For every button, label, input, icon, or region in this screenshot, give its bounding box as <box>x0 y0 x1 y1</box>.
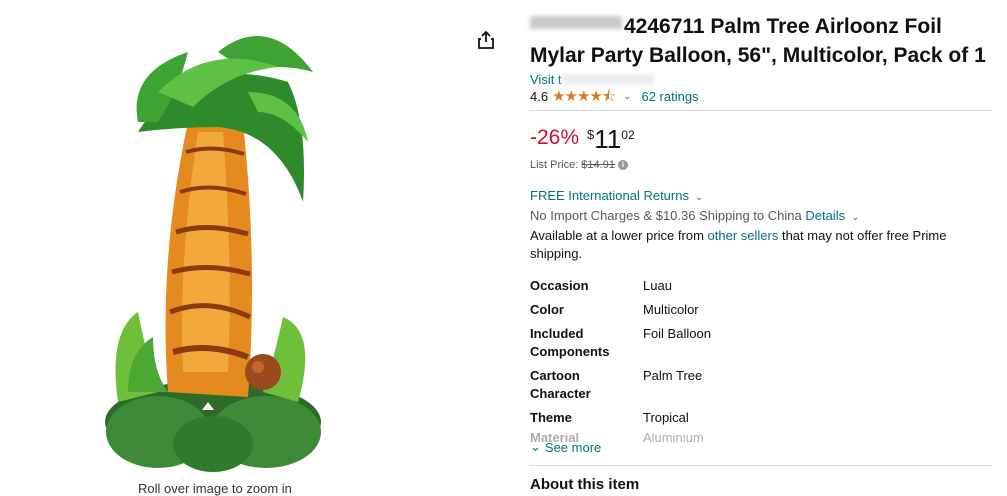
redacted-brand <box>530 16 622 29</box>
price-currency: $ <box>587 127 595 142</box>
attribute-row: Theme Tropical <box>530 409 711 433</box>
list-price-value: $14.91 <box>581 159 615 171</box>
zoom-hint: Roll over image to zoom in <box>138 481 292 496</box>
rating-row: 4.6 ★★★★⯪ ⌄ 62 ratings <box>530 88 992 106</box>
attribute-row: Color Multicolor <box>530 301 711 325</box>
import-text: No Import Charges & $10.36 Shipping to C… <box>530 208 802 223</box>
redacted-store-name <box>561 74 654 85</box>
attribute-value: Tropical <box>643 410 689 425</box>
discount-badge: -26% <box>530 126 580 149</box>
image-column: Roll over image to zoom in <box>0 0 470 496</box>
attribute-value: Aluminium <box>643 433 704 443</box>
visit-store-text: Visit t <box>530 72 562 87</box>
list-price: List Price: $14.91 i <box>530 159 992 171</box>
attribute-value: Luau <box>643 278 672 293</box>
chevron-down-icon: ⌄ <box>851 212 860 223</box>
attribute-row: Material Aluminium <box>530 433 711 443</box>
price-fraction: 02 <box>621 128 635 142</box>
product-attributes: Occasion Luau Color Multicolor Included … <box>530 277 711 443</box>
divider <box>530 110 992 111</box>
chevron-down-icon: ⌄ <box>694 192 704 203</box>
list-price-label: List Price: <box>530 159 579 171</box>
attribute-key: Included Components <box>530 326 610 359</box>
info-icon[interactable]: i <box>617 160 628 170</box>
free-returns-link[interactable]: FREE International Returns ⌄ <box>530 187 992 207</box>
availability-note: Available at a lower price from other se… <box>530 227 992 263</box>
ratings-count-link[interactable]: 62 ratings <box>641 88 698 106</box>
attribute-row: Occasion Luau <box>530 277 711 301</box>
attribute-key: Cartoon Character <box>530 368 591 401</box>
attribute-value: Multicolor <box>643 302 699 317</box>
share-icon[interactable] <box>476 30 496 50</box>
avail-prefix: Available at a lower price from <box>530 228 704 243</box>
returns-text: FREE International Returns <box>530 188 689 203</box>
attribute-key: Occasion <box>530 278 589 293</box>
attribute-key: Theme <box>530 410 572 425</box>
star-rating-icon[interactable]: ★★★★⯪ <box>552 88 616 106</box>
price-row: -26% $ 11 02 <box>530 125 992 153</box>
attribute-key: Color <box>530 302 564 317</box>
product-info: 4246711 Palm Tree Airloonz Foil Mylar Pa… <box>530 12 992 493</box>
product-image[interactable] <box>98 12 328 474</box>
details-link[interactable]: Details <box>805 208 845 223</box>
attribute-key: Material <box>530 433 580 443</box>
import-charges: No Import Charges & $10.36 Shipping to C… <box>530 207 992 227</box>
attribute-row: Cartoon Character Palm Tree <box>530 367 711 409</box>
rating-value: 4.6 <box>530 89 549 104</box>
attribute-value: Palm Tree <box>643 368 703 383</box>
about-heading: About this item <box>530 476 640 493</box>
other-sellers-link[interactable]: other sellers <box>708 228 779 243</box>
chevron-down-icon[interactable]: ⌄ <box>623 88 631 106</box>
visit-store-link[interactable]: Visit t <box>530 72 992 88</box>
divider <box>530 465 992 466</box>
attribute-value: Foil Balloon <box>643 326 711 341</box>
product-title: 4246711 Palm Tree Airloonz Foil Mylar Pa… <box>530 12 992 70</box>
attribute-row: Included Components Foil Balloon <box>530 325 711 367</box>
price-whole: 11 <box>594 124 622 154</box>
